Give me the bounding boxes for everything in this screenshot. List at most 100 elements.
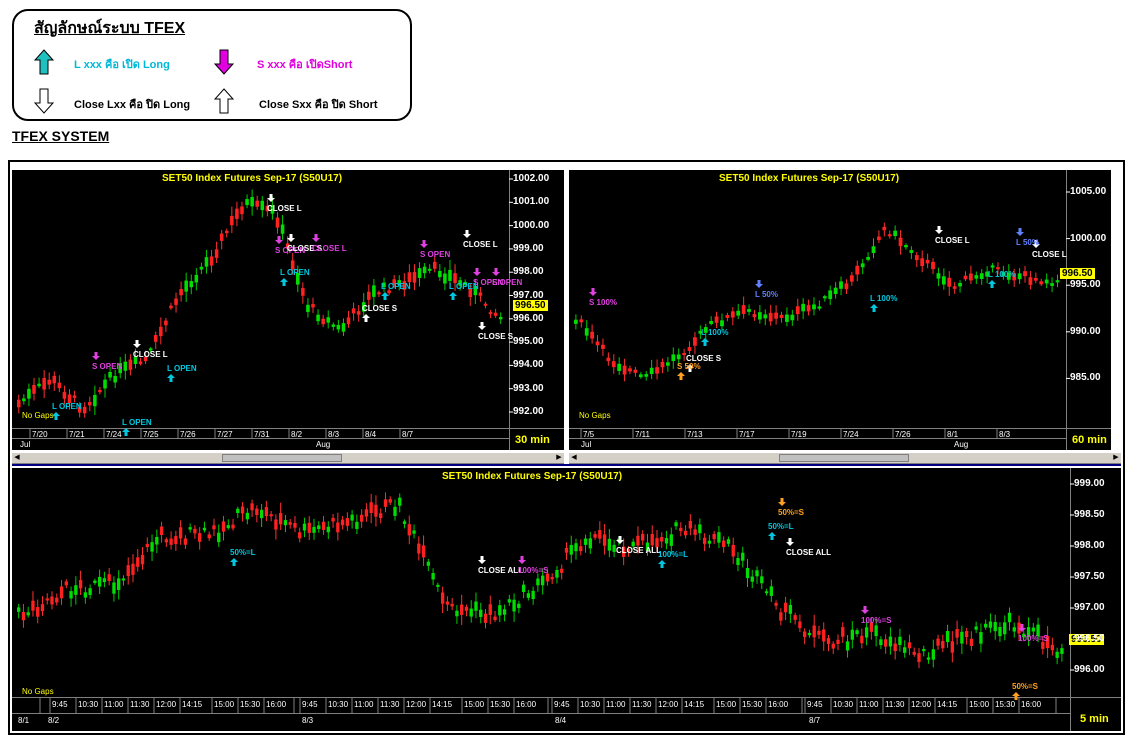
y-tick-label: 997.00 bbox=[1074, 602, 1105, 613]
candle-body bbox=[407, 272, 412, 283]
signal-arrow-icon bbox=[677, 372, 685, 380]
candle-body bbox=[302, 523, 307, 531]
signal-label: 100%=S bbox=[518, 566, 549, 575]
signal-label: CLOSE ALL bbox=[786, 548, 832, 557]
candle-body bbox=[112, 582, 116, 594]
chart-title: SET50 Index Futures Sep-17 (S50U17) bbox=[162, 173, 343, 184]
candle-body bbox=[164, 320, 168, 326]
candle-body bbox=[617, 363, 622, 372]
signal-arrow-icon bbox=[589, 288, 597, 296]
chart-panel-30min[interactable]: SET50 Index Futures Sep-17 (S50U17) No G… bbox=[12, 170, 564, 450]
candle-body bbox=[402, 521, 407, 524]
x-time-label: 15:30 bbox=[240, 700, 261, 709]
x-day-label: 8/7 bbox=[809, 716, 821, 725]
candle-body bbox=[107, 574, 111, 582]
candle-body bbox=[236, 508, 240, 514]
candle-body bbox=[178, 527, 183, 539]
signal-label: L OPEN bbox=[122, 418, 152, 427]
no-gaps-label: No Gaps bbox=[579, 411, 611, 420]
signal-label: 50%=L bbox=[230, 548, 256, 557]
candle-body bbox=[574, 319, 578, 324]
candle-body bbox=[839, 281, 843, 289]
candle-body bbox=[260, 200, 265, 211]
x-date-label: 7/5 bbox=[583, 430, 595, 439]
timeframe-label: 60 min bbox=[1072, 434, 1107, 446]
candle-body bbox=[788, 604, 793, 614]
scrollbar-30min[interactable]: ◀ ▶ bbox=[12, 452, 564, 464]
candle-body bbox=[245, 512, 249, 520]
legend-close-short: Close Sxx คือ ปิด Short bbox=[259, 99, 378, 111]
candle-body bbox=[436, 584, 440, 587]
candle-body bbox=[326, 526, 330, 533]
x-time-label: 15:00 bbox=[214, 700, 235, 709]
chart-panel-5min[interactable]: SET50 Index Futures Sep-17 (S50U17) No G… bbox=[12, 468, 1121, 731]
scroll-left-icon[interactable]: ◀ bbox=[569, 453, 579, 463]
candle-body bbox=[126, 565, 130, 577]
candle-body bbox=[722, 540, 726, 548]
x-date-label: 7/21 bbox=[69, 430, 85, 439]
signal-label: L 100% bbox=[988, 270, 1016, 279]
candle-body bbox=[21, 611, 26, 621]
x-time-label: 10:30 bbox=[580, 700, 601, 709]
candle-body bbox=[217, 532, 221, 543]
candle-body bbox=[764, 591, 769, 594]
candle-body bbox=[526, 593, 531, 598]
candle-body bbox=[979, 632, 983, 644]
x-date-label: 7/13 bbox=[687, 430, 703, 439]
candle-body bbox=[346, 317, 351, 324]
candle-body bbox=[164, 539, 169, 543]
chart-panel-60min[interactable]: SET50 Index Futures Sep-17 (S50U17) No G… bbox=[569, 170, 1111, 450]
candle-body bbox=[450, 603, 454, 607]
x-time-label: 11:30 bbox=[885, 700, 905, 709]
signal-arrow-icon bbox=[1016, 228, 1024, 236]
candle-body bbox=[904, 245, 908, 248]
candle-body bbox=[693, 337, 697, 346]
candle-body bbox=[877, 236, 881, 241]
candle-body bbox=[669, 534, 673, 546]
candle-body bbox=[855, 265, 860, 275]
signal-arrow-icon bbox=[420, 240, 428, 248]
y-tick-label: 999.00 bbox=[513, 242, 544, 254]
candle-body bbox=[726, 539, 731, 544]
candle-body bbox=[224, 230, 229, 234]
candle-body bbox=[731, 544, 735, 557]
candle-body bbox=[121, 578, 126, 581]
candle-body bbox=[936, 638, 940, 646]
candle-body bbox=[169, 538, 173, 545]
scroll-thumb[interactable] bbox=[779, 454, 909, 462]
scroll-right-icon[interactable]: ▶ bbox=[554, 453, 564, 463]
candle-body bbox=[641, 533, 645, 541]
candle-body bbox=[883, 639, 888, 647]
x-time-label: 11:00 bbox=[606, 700, 626, 709]
y-tick-label: 1002.00 bbox=[513, 173, 550, 184]
signal-label: 50%=S bbox=[1012, 682, 1039, 691]
scrollbar-60min[interactable]: ◀ ▶ bbox=[569, 452, 1121, 464]
x-time-label: 16:00 bbox=[1021, 700, 1042, 709]
signal-label: L 100% bbox=[701, 328, 729, 337]
candle-body bbox=[427, 268, 432, 271]
y-axis-line bbox=[1070, 468, 1071, 731]
x-time-label: 9:45 bbox=[302, 700, 318, 709]
signal-label: 50%=L bbox=[768, 522, 794, 531]
scroll-thumb[interactable] bbox=[222, 454, 342, 462]
candle-body bbox=[174, 298, 178, 305]
y-tick-label: 996.00 bbox=[1074, 664, 1105, 675]
candle-body bbox=[298, 532, 302, 539]
scroll-right-icon[interactable]: ▶ bbox=[1111, 453, 1121, 463]
signal-arrow-icon bbox=[478, 322, 486, 330]
scroll-left-icon[interactable]: ◀ bbox=[12, 453, 22, 463]
candle-body bbox=[214, 249, 219, 258]
y-tick-label: 999.00 bbox=[1074, 478, 1105, 489]
candle-body bbox=[795, 306, 800, 315]
x-date-label: 7/27 bbox=[217, 430, 233, 439]
candle-body bbox=[693, 529, 697, 535]
candle-body bbox=[301, 288, 305, 296]
x-time-label: 9:45 bbox=[52, 700, 68, 709]
candle-body bbox=[988, 621, 993, 628]
signal-arrow-icon bbox=[449, 292, 457, 300]
candle-body bbox=[235, 208, 239, 219]
candle-body bbox=[159, 526, 164, 536]
candle-body bbox=[1003, 622, 1007, 635]
candle-body bbox=[198, 533, 202, 542]
candle-body bbox=[688, 520, 693, 529]
